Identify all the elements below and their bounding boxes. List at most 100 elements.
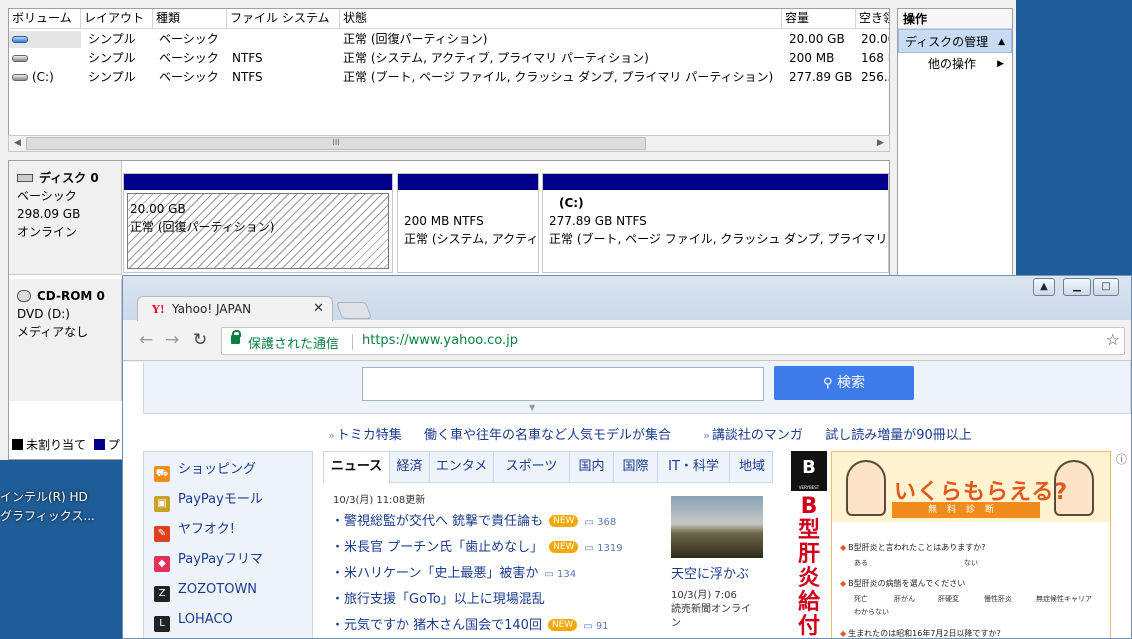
side-nav-paypay-flea[interactable]: ◆ PayPayフリマ (154, 545, 263, 575)
volume-row[interactable]: シンプル ベーシック 正常 (回復パーティション) 20.00 GB 20.00 (9, 30, 889, 49)
photo-date: 10/3(月) 7:06 (671, 590, 737, 601)
volume-layout: シンプル (88, 51, 136, 65)
ad-logo: B VERYBEST (791, 451, 827, 491)
side-nav-auction[interactable]: ✎ ヤフオク! (154, 515, 235, 545)
side-nav-zozotown[interactable]: Z ZOZOTOWN (154, 575, 257, 605)
volume-free: 256.3 (861, 70, 889, 84)
side-nav-lohaco[interactable]: L LOHACO (154, 605, 233, 635)
search-dropdown-icon[interactable]: ▼ (529, 403, 535, 412)
column-header-type[interactable]: 種類 (153, 9, 227, 29)
back-arrow-icon[interactable]: ← (139, 331, 153, 349)
headline-item[interactable]: ・旅行支援「GoTo」以上に現場混乱 (331, 587, 545, 613)
column-header-capacity[interactable]: 容量 (782, 9, 856, 29)
headline-item[interactable]: ・米長官 プーチン氏「歯止めなし」 NEW ▭ 1319 (331, 535, 623, 561)
scroll-right-arrow-icon[interactable]: ▶ (872, 136, 889, 151)
ad-option[interactable]: 肝硬変 (938, 594, 959, 604)
service-nav: ⛟ ショッピング ▣ PayPayモール ✎ ヤフオク! ◆ PayPayフリマ Z ZO… (143, 451, 313, 638)
headline-item[interactable]: ・米ハリケーン「史上最悪」被害か ▭ 134 (331, 561, 576, 587)
horizontal-scrollbar[interactable]: ◀ III ▶ (8, 135, 890, 152)
column-header-layout[interactable]: レイアウト (81, 9, 153, 29)
news-tab-news[interactable]: ニュース (324, 452, 390, 484)
ad-option[interactable]: 死亡 (854, 594, 868, 604)
news-tab-sports[interactable]: スポーツ (494, 452, 570, 482)
column-header-free[interactable]: 空き領 (856, 9, 889, 29)
ad-option[interactable]: わからない (854, 607, 889, 617)
address-bar[interactable]: 保護された通信 https://www.yahoo.co.jp ☆ (221, 327, 1125, 355)
browser-toolbar: ← → ↻ 保護された通信 https://www.yahoo.co.jp ☆ (123, 321, 1131, 361)
promo-link[interactable]: » トミカ特集 働く車や往年の名車など人気モデルが集合 (328, 428, 685, 443)
action-disk-management[interactable]: ディスクの管理 ▲ (898, 29, 1012, 53)
ad-option[interactable]: 無症候性キャリア (1036, 594, 1092, 604)
ad-info-icon[interactable]: ⓘ (1116, 451, 1127, 467)
minimize-button[interactable]: ▁ (1063, 278, 1091, 296)
partition-system[interactable]: 200 MB NTFS 正常 (システム, アクティブ (397, 173, 539, 273)
scrollbar-thumb[interactable]: III (26, 137, 646, 150)
photo-source: ン (671, 618, 681, 629)
news-tab-entertainment[interactable]: エンタメ (430, 452, 494, 482)
gavel-icon: ✎ (154, 526, 170, 542)
partition-recovery[interactable]: 20.00 GB 正常 (回復パーティション) (123, 173, 393, 273)
headline-item[interactable]: ・元気ですか 猪木さん国会で140回 NEW ▭ 91 (331, 613, 609, 638)
partition-size: 277.89 GB NTFS (549, 214, 647, 228)
address-separator (352, 334, 353, 350)
news-tab-international[interactable]: 国際 (614, 452, 658, 482)
search-button[interactable]: ⚲ 検索 (774, 366, 914, 400)
headline-item[interactable]: ・警視総監が交代へ 銃撃で責任論も NEW ▭ 368 (331, 509, 616, 535)
advertisement[interactable]: BVERYBEST B型肝炎給付金 いくらもらえる? 無料診断 ◆B型肝炎と言わ… (783, 451, 1131, 638)
forward-arrow-icon[interactable]: → (165, 331, 179, 349)
action-more-actions[interactable]: 他の操作 ▶ (898, 53, 1012, 75)
legend-unallocated: 未割り当て (26, 438, 87, 452)
partition-legend: 未割り当て プ (8, 433, 128, 457)
disk-name: CD-ROM 0 (37, 289, 105, 303)
ad-option[interactable]: ない (964, 558, 978, 568)
scroll-left-arrow-icon[interactable]: ◀ (9, 136, 26, 151)
new-badge: NEW (549, 515, 579, 527)
news-tab-economy[interactable]: 経済 (390, 452, 430, 482)
comment-count: ▭ 1319 (584, 543, 623, 554)
reload-icon[interactable]: ↻ (193, 331, 207, 349)
news-tab-local[interactable]: 地域 (730, 452, 774, 482)
volume-status: 正常 (システム, アクティブ, プライマリ パーティション) (343, 51, 649, 65)
bookmark-star-icon[interactable]: ☆ (1106, 330, 1120, 349)
ad-side-strip: BVERYBEST B型肝炎給付金 (791, 451, 827, 638)
side-nav-shopping[interactable]: ⛟ ショッピング (154, 455, 256, 485)
ad-banner: いくらもらえる? 無料診断 (832, 452, 1110, 522)
legend-primary: プ (107, 438, 120, 452)
column-header-filesystem[interactable]: ファイル システム (227, 9, 340, 29)
volume-row[interactable]: シンプル ベーシック NTFS 正常 (システム, アクティブ, プライマリ パ… (9, 49, 889, 68)
browser-chrome: ▲ ▁ □ Y! Yahoo! JAPAN ✕ ← → ↻ 保護された通信 ht… (123, 276, 1131, 362)
news-photo[interactable] (671, 496, 763, 558)
maximize-button[interactable]: □ (1093, 278, 1119, 296)
ad-option[interactable]: ある (854, 558, 868, 568)
volume-row[interactable]: (C:) シンプル ベーシック NTFS 正常 (ブート, ページ ファイル, … (9, 68, 889, 87)
photo-caption[interactable]: 天空に浮かぶ (671, 563, 749, 582)
column-header-volume[interactable]: ボリューム (9, 9, 81, 29)
ad-option[interactable]: 肝がん (894, 594, 915, 604)
cdrom-0-label[interactable]: CD-ROM 0 DVD (D:) メディアなし (9, 279, 122, 401)
column-header-status[interactable]: 状態 (340, 9, 782, 29)
promo-link[interactable]: » 講談社のマンガ 試し読み増量が90冊以上 (703, 428, 986, 443)
disk-size: 298.09 GB (17, 207, 81, 221)
partition-bar (124, 174, 392, 190)
desktop-icon-intel-graphics[interactable]: インテル(R) HD グラフィックス... (0, 488, 120, 526)
volume-layout: シンプル (88, 70, 136, 84)
disk-0-label[interactable]: ディスク 0 ベーシック 298.09 GB オンライン (9, 161, 122, 275)
close-tab-icon[interactable]: ✕ (313, 301, 324, 316)
partition-c[interactable]: (C:) 277.89 GB NTFS 正常 (ブート, ページ ファイル, ク… (542, 173, 889, 273)
volume-type: ベーシック (159, 51, 219, 65)
news-tab-it-science[interactable]: IT・科学 (658, 452, 730, 482)
volume-capacity: 20.00 GB (789, 32, 845, 46)
search-input[interactable] (362, 367, 764, 401)
tag-icon: ◆ (154, 556, 170, 572)
volume-table-header: ボリューム レイアウト 種類 ファイル システム 状態 容量 空き領 (9, 9, 889, 29)
action-label: 他の操作 (928, 57, 977, 71)
news-tab-domestic[interactable]: 国内 (570, 452, 614, 482)
collapse-arrow-icon[interactable]: ▲ (998, 30, 1005, 54)
partition-bar (398, 174, 538, 190)
comment-count: ▭ 134 (544, 569, 577, 580)
tab-yahoo[interactable]: Y! Yahoo! JAPAN ✕ (137, 296, 333, 322)
user-icon[interactable]: ▲ (1033, 278, 1055, 296)
ad-option[interactable]: 慢性肝炎 (984, 594, 1012, 604)
new-tab-button[interactable] (335, 302, 373, 319)
side-nav-paypay-mall[interactable]: ▣ PayPayモール (154, 485, 263, 515)
